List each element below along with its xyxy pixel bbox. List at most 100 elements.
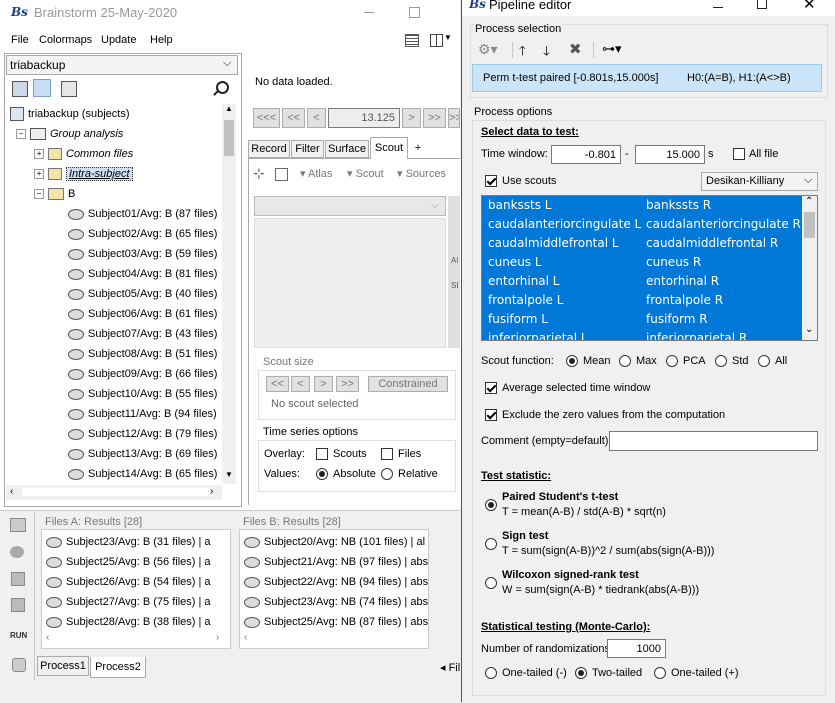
tree-subject-item[interactable]: Subject07/Avg: B (43 files) <box>68 324 217 344</box>
menu-help[interactable]: Help <box>150 34 173 46</box>
values-absolute-radio[interactable] <box>316 468 328 480</box>
list-item[interactable]: Subject22/Avg: NB (94 files) | abs <box>244 572 428 592</box>
time-first-button[interactable]: <<< <box>253 108 280 128</box>
scout-item[interactable]: frontalpole R <box>646 293 723 307</box>
scout-item[interactable]: caudalanteriorcingulate L <box>488 217 641 231</box>
time-last-button[interactable]: >>> <box>448 108 460 128</box>
scout-row[interactable]: bankssts L bankssts R <box>482 196 802 215</box>
scout-row[interactable]: fusiform L fusiform R <box>482 310 802 329</box>
layout-grid-icon[interactable] <box>405 34 419 47</box>
tab-filter[interactable]: Filter <box>291 140 324 158</box>
pipeline-tree-icon[interactable]: ⊶▾ <box>602 41 622 57</box>
tree-subject-item[interactable]: Subject14/Avg: B (65 files) <box>68 464 217 484</box>
scout-menu[interactable]: ▾ Scout <box>347 167 384 180</box>
time-next-fast-button[interactable]: >> <box>423 108 446 128</box>
tab-scout[interactable]: Scout <box>370 137 408 159</box>
filter-process-icon[interactable] <box>10 518 26 532</box>
overlay-scouts-checkbox[interactable] <box>316 448 328 460</box>
scroll-left-icon[interactable]: ‹ <box>244 632 247 643</box>
delete-icon[interactable]: ✖ <box>569 40 582 58</box>
subjects-view-icon[interactable] <box>33 79 51 97</box>
scout-edit-icon[interactable] <box>275 168 288 181</box>
minimize-icon[interactable] <box>364 12 374 13</box>
chevron-down-icon[interactable]: ▼ <box>444 33 452 42</box>
run-button[interactable]: RUN <box>10 631 27 640</box>
scout-item[interactable]: cuneus L <box>488 255 542 269</box>
scout-row[interactable]: frontalpole L frontalpole R <box>482 291 802 310</box>
scout-listbox[interactable]: bankssts L bankssts R caudalanteriorcing… <box>481 195 818 341</box>
list-item[interactable]: Subject25/Avg: NB (87 files) | abs <box>244 612 428 632</box>
time-prev-fast-button[interactable]: << <box>282 108 305 128</box>
studies-view-icon[interactable] <box>61 81 77 97</box>
scout-row[interactable]: caudalanteriorcingulate L caudalanterior… <box>482 215 802 234</box>
functional-view-icon[interactable] <box>12 81 28 97</box>
files-b-list[interactable]: Subject20/Avg: NB (101 files) | al Subje… <box>239 529 429 649</box>
expand-icon[interactable]: + <box>34 169 44 180</box>
tree-subject-item[interactable]: Subject10/Avg: B (55 files) <box>68 384 217 404</box>
tree-subject-item[interactable]: Subject04/Avg: B (81 files) <box>68 264 217 284</box>
menu-file[interactable]: File <box>11 34 29 46</box>
tree-folder-b[interactable]: − B <box>34 184 75 204</box>
scout-item[interactable]: frontalpole L <box>488 293 563 307</box>
scout-grow-fast-button[interactable]: >> <box>336 376 359 392</box>
scout-row[interactable]: inferiorparietal L inferiorparietal R <box>482 329 802 340</box>
time-prev-button[interactable]: < <box>307 108 326 128</box>
scout-item[interactable]: bankssts L <box>488 198 552 212</box>
tree-subject-item[interactable]: Subject13/Avg: B (69 files) <box>68 444 217 464</box>
scroll-down-icon[interactable]: ▼ <box>225 470 233 479</box>
scroll-thumb[interactable] <box>224 120 234 156</box>
nrand-input[interactable]: 1000 <box>607 639 666 658</box>
list-item[interactable]: Subject23/Avg: NB (74 files) | abs <box>244 592 428 612</box>
scout-item[interactable]: caudalmiddlefrontal R <box>646 236 778 250</box>
scout-row[interactable]: caudalmiddlefrontal L caudalmiddlefronta… <box>482 234 802 253</box>
test-wilcoxon-radio[interactable] <box>485 577 497 589</box>
scroll-up-icon[interactable]: ▲ <box>225 104 233 113</box>
list-item[interactable]: Subject21/Avg: NB (97 files) | abs <box>244 552 428 572</box>
test-paired-t-radio[interactable] <box>485 499 497 511</box>
scout-function-max-radio[interactable] <box>619 355 631 367</box>
tree-intra-subject[interactable]: + Intra-subject <box>34 164 133 184</box>
link-process-icon[interactable] <box>12 658 26 672</box>
move-up-icon[interactable]: 🡑 <box>519 42 526 64</box>
tree-subject-item[interactable]: Subject11/Avg: B (94 files) <box>68 404 217 424</box>
tree-subject-item[interactable]: Subject02/Avg: B (65 files) <box>68 224 217 244</box>
scout-function-all-radio[interactable] <box>758 355 770 367</box>
atlas-dropdown[interactable]: ⌵ <box>254 196 446 216</box>
tab-process2[interactable]: Process2 <box>90 657 146 678</box>
scroll-thumb[interactable] <box>804 212 815 238</box>
tree-subject-item[interactable]: Subject03/Avg: B (59 files) <box>68 244 217 264</box>
scout-row[interactable]: cuneus L cuneus R <box>482 253 802 272</box>
scout-shrink-button[interactable]: < <box>291 376 310 392</box>
sources-menu[interactable]: ▾ Sources <box>397 167 446 180</box>
tree-vertical-scrollbar[interactable]: ▲ ▼ <box>222 104 236 484</box>
scout-item[interactable]: inferiorparietal L <box>488 331 588 340</box>
brain-process-icon[interactable] <box>10 546 24 558</box>
overlay-files-checkbox[interactable] <box>381 448 393 460</box>
list-item[interactable]: Subject20/Avg: NB (101 files) | al <box>244 532 425 552</box>
scroll-up-icon[interactable]: ⌃ <box>805 196 813 207</box>
list-item[interactable]: Subject25/Avg: B (56 files) | a <box>46 552 211 572</box>
constrained-button[interactable]: Constrained <box>368 376 448 392</box>
stack-process-icon[interactable] <box>11 598 25 612</box>
tail-one-minus-radio[interactable] <box>485 667 497 679</box>
tree-subject-item[interactable]: Subject05/Avg: B (40 files) <box>68 284 217 304</box>
list-item[interactable]: Subject26/Avg: B (54 files) | a <box>46 572 211 592</box>
scroll-right-icon[interactable]: › <box>210 486 213 497</box>
scout-item[interactable]: entorhinal L <box>488 274 560 288</box>
tree-horizontal-scrollbar[interactable]: ‹ › <box>6 485 222 500</box>
tab-record[interactable]: Record <box>248 140 290 158</box>
scout-item[interactable]: inferiorparietal R <box>646 331 747 340</box>
close-icon[interactable]: ✕ <box>803 0 816 13</box>
scout-shrink-fast-button[interactable]: << <box>266 376 289 392</box>
tree-root[interactable]: triabackup (subjects) <box>10 104 130 124</box>
tab-process1[interactable]: Process1 <box>37 656 89 676</box>
scout-list-scrollbar[interactable]: ⌃ ⌄ <box>802 196 817 340</box>
scout-row[interactable]: entorhinal L entorhinal R <box>482 272 802 291</box>
tree-subject-item[interactable]: Subject09/Avg: B (66 files) <box>68 364 217 384</box>
menu-update[interactable]: Update <box>101 34 136 46</box>
time-window-start-input[interactable]: -0.801 <box>551 145 621 164</box>
scroll-thumb[interactable] <box>22 488 208 496</box>
scout-add-icon[interactable]: ⊹ <box>253 165 265 182</box>
tree-subject-item[interactable]: Subject01/Avg: B (87 files) <box>68 204 217 224</box>
maximize-icon[interactable] <box>409 7 420 18</box>
